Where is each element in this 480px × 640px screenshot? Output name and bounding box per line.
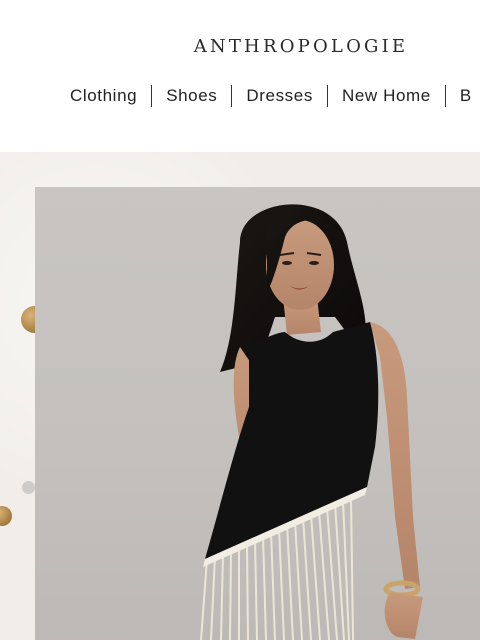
nav-item-truncated[interactable]: B <box>460 84 472 108</box>
main-nav: Clothing Shoes Dresses New Home B <box>70 84 472 108</box>
brand-logo[interactable]: ANTHROPOLOGIE <box>0 36 480 57</box>
nav-item-dresses[interactable]: Dresses <box>246 84 313 108</box>
model-illustration <box>200 204 423 640</box>
nav-divider <box>231 85 233 107</box>
hero-model-photo[interactable] <box>35 187 480 640</box>
nav-item-new-home[interactable]: New Home <box>342 84 431 108</box>
grey-confetti-dot <box>22 481 35 494</box>
nav-divider <box>444 85 446 107</box>
nav-item-clothing[interactable]: Clothing <box>70 84 137 108</box>
site-header: ANTHROPOLOGIE Clothing Shoes Dresses New… <box>0 0 480 152</box>
nav-divider <box>151 85 153 107</box>
hero-banner[interactable] <box>0 152 480 640</box>
nav-item-shoes[interactable]: Shoes <box>166 84 217 108</box>
nav-divider <box>326 85 328 107</box>
